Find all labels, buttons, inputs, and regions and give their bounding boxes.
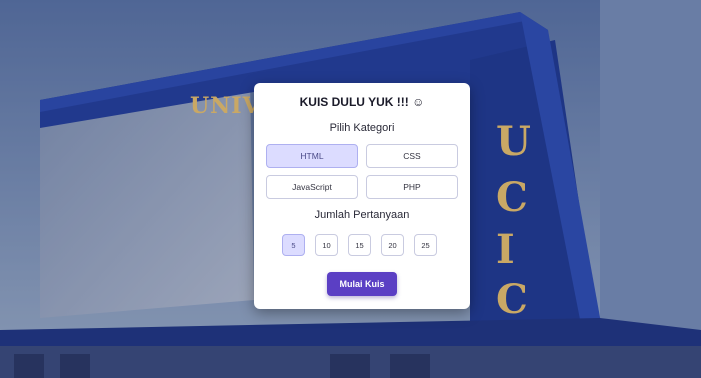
building-letter: C (496, 276, 528, 323)
question-count-10-button[interactable]: 10 (315, 234, 338, 256)
building-letter: U (496, 118, 531, 165)
question-count-15-button[interactable]: 15 (348, 234, 371, 256)
question-count-25-button[interactable]: 25 (414, 234, 437, 256)
quiz-title: KUIS DULU YUK !!! ☺ (299, 95, 425, 109)
category-php-button[interactable]: PHP (366, 175, 458, 199)
category-css-button[interactable]: CSS (366, 144, 458, 168)
question-count-20-button[interactable]: 20 (381, 234, 404, 256)
building-letter: C (496, 174, 528, 221)
question-count-5-button[interactable]: 5 (282, 234, 305, 256)
start-quiz-button[interactable]: Mulai Kuis (327, 272, 397, 296)
quiz-setup-card: KUIS DULU YUK !!! ☺ Pilih Kategori HTML … (254, 83, 470, 309)
category-html-button[interactable]: HTML (266, 144, 358, 168)
category-javascript-button[interactable]: JavaScript (266, 175, 358, 199)
question-count-label: Jumlah Pertanyaan (314, 209, 410, 221)
building-letter: I (496, 226, 515, 273)
category-label: Pilih Kategori (329, 122, 395, 134)
